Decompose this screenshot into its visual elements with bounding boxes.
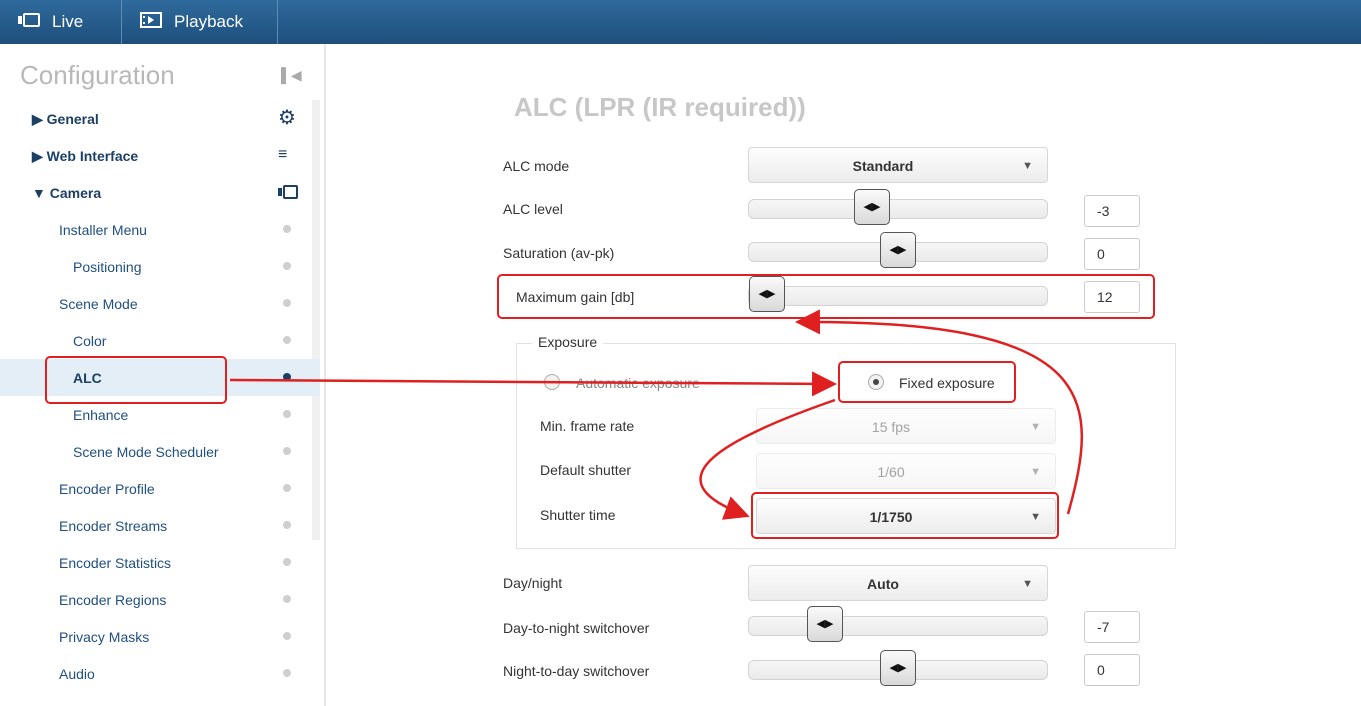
expand-icon: ▶ (32, 111, 47, 127)
sidebar-item-scene-mode[interactable]: Scene Mode (0, 285, 320, 322)
chevron-down-icon: ▼ (1022, 578, 1033, 590)
day-night-label: Day/night (503, 575, 563, 591)
sidebar-item-label: Enhance (73, 407, 129, 423)
chevron-down-icon: ▼ (1030, 466, 1041, 478)
status-dot (283, 336, 291, 344)
max-gain-highlight-box (497, 274, 1155, 319)
sidebar-item-label: Audio (59, 666, 95, 682)
day-to-night-label: Day-to-night switchover (503, 620, 650, 636)
sidebar-item-label: Encoder Streams (59, 518, 168, 534)
sidebar-item-privacy-masks[interactable]: Privacy Masks (0, 618, 320, 655)
left-right-arrows-icon[interactable]: ◀▶ (880, 232, 916, 268)
sidebar-item-label: Encoder Regions (59, 592, 167, 608)
min-frame-rate-label: Min. frame rate (540, 418, 635, 434)
night-to-day-label: Night-to-day switchover (503, 663, 650, 679)
alc-level-label: ALC level (503, 201, 563, 217)
top-bar: Live Playback (0, 0, 1361, 44)
sidebar-item-audio[interactable]: Audio (0, 655, 320, 692)
status-dot (283, 373, 291, 381)
min-frame-rate-value: 15 fps (871, 419, 911, 435)
sidebar-item-label: Encoder Statistics (59, 555, 172, 571)
live-label: Live (52, 12, 84, 31)
status-dot (283, 484, 291, 492)
saturation-slider[interactable]: ◀▶ (748, 232, 1048, 268)
sidebar-item-label: General (46, 111, 99, 127)
sidebar-item-scene-mode-scheduler[interactable]: Scene Mode Scheduler (0, 433, 320, 470)
sidebar-item-label: Scene Mode (59, 296, 138, 312)
sidebar-item-label: Color (73, 333, 107, 349)
sidebar-item-encoder-streams[interactable]: Encoder Streams (0, 507, 320, 544)
default-shutter-select[interactable]: 1/60 ▼ (756, 453, 1056, 489)
left-right-arrows-icon[interactable]: ◀▶ (880, 650, 916, 686)
alc-level-slider[interactable]: ◀▶ (748, 189, 1048, 225)
left-right-arrows-icon[interactable]: ◀▶ (854, 189, 890, 225)
sidebar-item-encoder-statistics[interactable]: Encoder Statistics (0, 544, 320, 581)
alc-level-input[interactable]: -3 (1084, 195, 1140, 227)
default-shutter-value: 1/60 (877, 464, 905, 480)
automatic-exposure-radio[interactable] (544, 374, 560, 390)
min-frame-rate-select[interactable]: 15 fps ▼ (756, 408, 1056, 444)
sidebar-item-label: Privacy Masks (59, 629, 150, 645)
playback-tab[interactable]: Playback (122, 0, 278, 44)
page-title: ALC (LPR (IR required)) (514, 92, 806, 122)
camera-icon (278, 185, 298, 204)
sidebar-title: Configuration (20, 60, 175, 90)
alc-mode-select[interactable]: Standard ▼ (748, 147, 1048, 183)
fixed-exposure-highlight-box (838, 361, 1016, 403)
status-dot (283, 447, 291, 455)
sidebar-item-label: Positioning (73, 259, 142, 275)
playback-icon (140, 11, 162, 33)
day-to-night-input[interactable]: -7 (1084, 611, 1140, 643)
alc-mode-value: Standard (852, 158, 914, 174)
sidebar-item-camera[interactable]: ▼ Camera (0, 174, 320, 211)
alc-highlight-box (45, 356, 227, 404)
shutter-time-label: Shutter time (540, 507, 616, 523)
status-dot (283, 521, 291, 529)
status-dot (283, 262, 291, 270)
collapse-icon: ▼ (32, 185, 50, 201)
live-tab[interactable]: Live (0, 0, 122, 44)
saturation-input[interactable]: 0 (1084, 238, 1140, 270)
sidebar-item-web-interface[interactable]: ▶ Web Interface ≡ (0, 137, 320, 174)
status-dot (283, 558, 291, 566)
camera-icon (18, 12, 40, 33)
status-dot (283, 632, 291, 640)
sidebar-item-installer-menu[interactable]: Installer Menu (0, 211, 320, 248)
gear-icon: ⚙ (278, 107, 296, 129)
status-dot (283, 410, 291, 418)
sidebar-item-label: Scene Mode Scheduler (73, 444, 219, 460)
status-dot (283, 225, 291, 233)
night-to-day-input[interactable]: 0 (1084, 654, 1140, 686)
left-right-arrows-icon[interactable]: ◀▶ (807, 606, 843, 642)
sidebar-item-general[interactable]: ▶ General ⚙ (0, 100, 320, 137)
collapse-left-icon[interactable]: ▌◀ (281, 67, 302, 84)
sidebar-item-label: Camera (49, 185, 102, 201)
chevron-down-icon: ▼ (1030, 421, 1041, 433)
shutter-time-highlight-box (751, 492, 1059, 539)
sidebar-item-positioning[interactable]: Positioning (0, 248, 320, 285)
playback-label: Playback (174, 12, 243, 31)
night-to-day-slider[interactable]: ◀▶ (748, 650, 1048, 686)
default-shutter-label: Default shutter (540, 462, 632, 478)
chevron-down-icon: ▼ (1022, 160, 1033, 172)
sidebar-item-label: Web Interface (46, 148, 139, 164)
status-dot (283, 299, 291, 307)
sidebar-item-color[interactable]: Color (0, 322, 320, 359)
status-dot (283, 595, 291, 603)
automatic-exposure-label[interactable]: Automatic exposure (576, 375, 700, 391)
alc-mode-label: ALC mode (503, 158, 570, 174)
expand-icon: ▶ (32, 148, 47, 164)
sidebar-item-encoder-regions[interactable]: Encoder Regions (0, 581, 320, 618)
status-dot (283, 669, 291, 677)
day-night-select[interactable]: Auto ▼ (748, 565, 1048, 601)
day-night-value: Auto (867, 576, 899, 592)
menu-icon: ≡ (278, 146, 288, 163)
sidebar-item-encoder-profile[interactable]: Encoder Profile (0, 470, 320, 507)
saturation-label: Saturation (av-pk) (503, 245, 615, 261)
sidebar-item-label: Installer Menu (59, 222, 147, 238)
sidebar-item-partial[interactable] (0, 692, 320, 706)
day-to-night-slider[interactable]: ◀▶ (748, 606, 1048, 642)
sidebar-item-label: Encoder Profile (59, 481, 155, 497)
exposure-legend: Exposure (532, 334, 604, 350)
